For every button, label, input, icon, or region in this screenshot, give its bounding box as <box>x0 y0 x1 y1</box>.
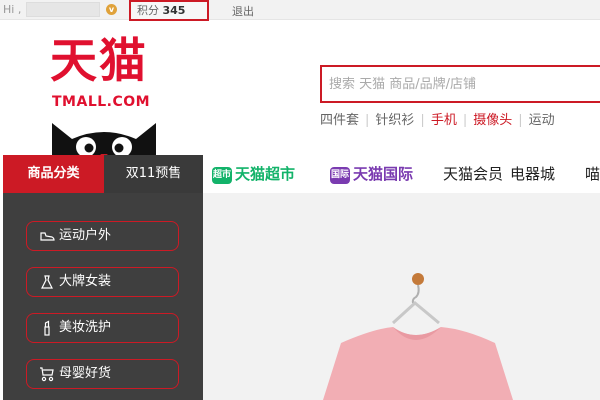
logout-link[interactable]: 退出 <box>232 3 254 19</box>
nav-intl-link[interactable]: 国际 天猫国际 <box>330 155 413 193</box>
hotword-link[interactable]: 手机 <box>431 109 457 127</box>
promo-banner[interactable] <box>203 193 600 400</box>
nav-supermarket-label: 天猫超市 <box>235 165 296 183</box>
sidebar-item-label: 大牌女装 <box>59 274 112 289</box>
username-masked[interactable] <box>26 2 100 17</box>
intl-badge-icon: 国际 <box>330 167 350 184</box>
dress-icon <box>41 275 53 289</box>
logo-text-cn[interactable]: 天猫 <box>50 38 148 85</box>
supermarket-badge-icon: 超市 <box>212 167 232 184</box>
nav-intl-label: 天猫国际 <box>353 165 414 183</box>
sidebar-item-label: 运动户外 <box>59 228 112 243</box>
nav-member-link[interactable]: 天猫会员 <box>443 155 503 193</box>
sidebar-item-sports[interactable]: 运动户外 <box>26 221 179 251</box>
nav-appliance-link[interactable]: 电器城 <box>510 155 555 193</box>
divider: | <box>420 113 425 127</box>
divider: | <box>365 113 370 127</box>
lipstick-icon <box>44 320 50 336</box>
vip-badge-icon[interactable]: v <box>106 4 117 15</box>
sidebar-item-baby[interactable]: 母婴好货 <box>26 359 179 389</box>
greeting-text: Hi , <box>3 3 22 16</box>
nav-category-tab[interactable]: 商品分类 <box>3 155 104 193</box>
stroller-icon <box>40 367 54 382</box>
nav-supermarket-link[interactable]: 超市 天猫超市 <box>212 155 295 193</box>
tmall-cat-logo-icon[interactable] <box>50 113 158 158</box>
sidebar-item-womenswear[interactable]: 大牌女装 <box>26 267 179 297</box>
points-label: 积分 <box>137 4 159 17</box>
category-sidebar: 运动户外 大牌女装 美妆洗护 母婴好货 <box>3 193 203 400</box>
nav-double11-tab[interactable]: 双11预售 <box>104 155 203 193</box>
search-box <box>320 65 600 103</box>
shoe-icon <box>40 232 55 241</box>
nav-more-link[interactable]: 喵 <box>585 155 600 193</box>
hotword-link[interactable]: 四件套 <box>320 109 359 127</box>
points-indicator[interactable]: 积分 345 <box>129 0 209 21</box>
points-value: 345 <box>162 4 186 17</box>
hotword-link[interactable]: 针织衫 <box>375 109 414 127</box>
sweater-product-image <box>323 273 513 400</box>
logo-text-en[interactable]: TMALL.COM <box>52 94 150 110</box>
divider: | <box>462 113 468 127</box>
search-input[interactable] <box>322 67 600 101</box>
divider: | <box>518 113 523 127</box>
hotword-link[interactable]: 摄像头 <box>473 109 512 127</box>
main-nav: 商品分类 双11预售 超市 天猫超市 国际 天猫国际 天猫会员 电器城 喵 <box>0 155 600 193</box>
sidebar-item-label: 母婴好货 <box>59 366 112 381</box>
sidebar-item-label: 美妆洗护 <box>59 320 112 335</box>
hot-search-words: 四件套 | 针织衫 | 手机 | 摄像头 | 运动 <box>320 109 600 127</box>
top-utility-bar: Hi , v 积分 345 退出 <box>0 0 600 21</box>
sidebar-item-beauty[interactable]: 美妆洗护 <box>26 313 179 343</box>
hotword-link[interactable]: 运动 <box>529 109 555 127</box>
